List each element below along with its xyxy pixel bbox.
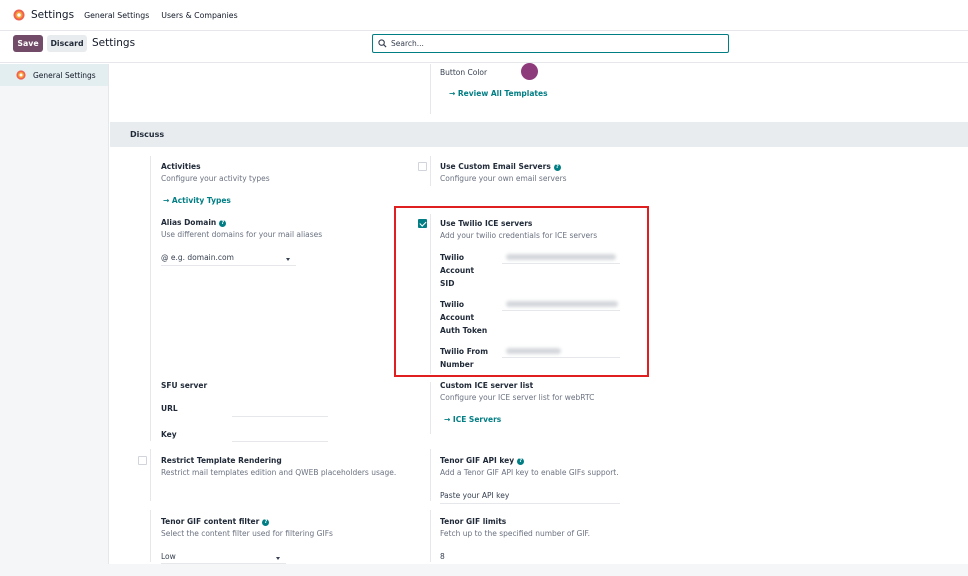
tenor-key-description: Add a Tenor GIF API key to enable GIFs s… bbox=[440, 468, 619, 477]
divider bbox=[430, 64, 431, 114]
divider bbox=[430, 214, 431, 374]
section-title: Discuss bbox=[130, 130, 165, 139]
twilio-from-input[interactable] bbox=[506, 348, 561, 354]
chevron-down-icon[interactable] bbox=[276, 557, 280, 560]
divider bbox=[430, 510, 431, 562]
twilio-token-label-line1: Twilio bbox=[440, 300, 465, 309]
button-color-swatch[interactable] bbox=[521, 63, 538, 80]
discard-button[interactable]: Discard bbox=[47, 35, 87, 52]
sfu-url-input[interactable] bbox=[232, 416, 328, 417]
settings-app-icon[interactable] bbox=[13, 9, 25, 21]
field-underline bbox=[502, 357, 620, 358]
help-icon[interactable]: ? bbox=[553, 163, 561, 171]
restrict-template-description: Restrict mail templates edition and QWEB… bbox=[161, 468, 397, 477]
top-navbar: Settings General Settings Users & Compan… bbox=[0, 0, 968, 31]
search-input[interactable] bbox=[391, 39, 711, 48]
menu-users-companies[interactable]: Users & Companies bbox=[161, 11, 237, 20]
twilio-sid-label-line3: SID bbox=[440, 279, 455, 288]
twilio-token-input[interactable] bbox=[506, 301, 618, 307]
alias-domain-label: Alias Domain bbox=[161, 218, 217, 227]
sfu-url-label: URL bbox=[161, 404, 178, 413]
restrict-template-title: Restrict Template Rendering bbox=[161, 456, 282, 465]
activities-description: Configure your activity types bbox=[161, 174, 270, 183]
field-underline bbox=[502, 263, 620, 264]
twilio-token-label-line2: Account bbox=[440, 313, 475, 322]
settings-app-icon bbox=[16, 70, 26, 80]
tenor-key-title: Tenor GIF API key? bbox=[440, 456, 525, 465]
twilio-title: Use Twilio ICE servers bbox=[440, 219, 533, 228]
review-templates-link[interactable]: → Review All Templates bbox=[449, 89, 548, 98]
field-underline bbox=[502, 310, 620, 311]
twilio-checkbox[interactable] bbox=[418, 219, 427, 228]
section-discuss-header: Discuss bbox=[110, 122, 968, 147]
tenor-filter-label: Tenor GIF content filter bbox=[161, 517, 260, 526]
help-icon[interactable]: ? bbox=[219, 219, 227, 227]
tenor-limits-title: Tenor GIF limits bbox=[440, 517, 507, 526]
divider bbox=[150, 449, 151, 501]
tenor-key-input[interactable]: Paste your API key bbox=[440, 491, 509, 500]
twilio-sid-label-line2: Account bbox=[440, 266, 475, 275]
control-panel: Save Discard Settings bbox=[0, 31, 968, 63]
field-underline bbox=[440, 503, 620, 504]
help-icon[interactable]: ? bbox=[262, 518, 270, 526]
divider bbox=[430, 449, 431, 501]
twilio-token-label-line3: Auth Token bbox=[440, 326, 488, 335]
settings-sidebar: General Settings bbox=[0, 64, 109, 576]
sfu-key-input[interactable] bbox=[232, 441, 328, 442]
alias-domain-description: Use different domains for your mail alia… bbox=[161, 230, 323, 239]
ice-list-title: Custom ICE server list bbox=[440, 381, 534, 390]
divider bbox=[150, 510, 151, 562]
alias-domain-select[interactable]: @ e.g. domain.com bbox=[161, 253, 234, 262]
search-bar[interactable] bbox=[372, 34, 729, 53]
search-icon bbox=[378, 39, 387, 48]
sfu-key-label: Key bbox=[161, 430, 177, 439]
settings-content: Button Color → Review All Templates Disc… bbox=[110, 63, 968, 576]
activities-title: Activities bbox=[161, 162, 201, 171]
tenor-limits-description: Fetch up to the specified number of GIF. bbox=[440, 529, 590, 538]
field-underline bbox=[161, 265, 296, 266]
chevron-down-icon[interactable] bbox=[286, 258, 290, 261]
bottom-strip bbox=[0, 564, 968, 576]
menu-general-settings[interactable]: General Settings bbox=[84, 11, 149, 20]
twilio-sid-input[interactable] bbox=[506, 254, 616, 260]
alias-domain-title: Alias Domain? bbox=[161, 218, 227, 227]
tenor-filter-title: Tenor GIF content filter? bbox=[161, 517, 270, 526]
divider bbox=[430, 156, 431, 186]
review-templates-label: Review All Templates bbox=[457, 89, 548, 98]
button-color-label: Button Color bbox=[440, 68, 488, 77]
tenor-filter-select[interactable]: Low bbox=[161, 552, 176, 561]
app-title[interactable]: Settings bbox=[31, 9, 74, 21]
divider bbox=[150, 156, 151, 441]
twilio-sid-label-line1: Twilio bbox=[440, 253, 465, 262]
custom-email-title: Use Custom Email Servers? bbox=[440, 162, 561, 171]
twilio-description: Add your twilio credentials for ICE serv… bbox=[440, 231, 598, 240]
ice-list-description: Configure your ICE server list for webRT… bbox=[440, 393, 595, 402]
breadcrumb: Settings bbox=[92, 37, 136, 49]
custom-email-label: Use Custom Email Servers bbox=[440, 162, 551, 171]
tenor-key-label: Tenor GIF API key bbox=[440, 456, 515, 465]
divider bbox=[430, 382, 431, 434]
activity-types-label: Activity Types bbox=[171, 196, 231, 205]
sfu-title: SFU server bbox=[161, 381, 208, 390]
activity-types-link[interactable]: → Activity Types bbox=[163, 196, 231, 205]
ice-servers-label: ICE Servers bbox=[452, 415, 502, 424]
twilio-from-label-line2: Number bbox=[440, 360, 474, 369]
restrict-template-checkbox[interactable] bbox=[138, 456, 147, 465]
twilio-from-label-line1: Twilio From bbox=[440, 347, 489, 356]
ice-servers-link[interactable]: → ICE Servers bbox=[444, 415, 501, 424]
help-icon[interactable]: ? bbox=[517, 457, 525, 465]
custom-email-checkbox[interactable] bbox=[418, 162, 427, 171]
save-button[interactable]: Save bbox=[13, 35, 43, 52]
tenor-limits-input[interactable]: 8 bbox=[440, 552, 445, 561]
custom-email-description: Configure your own email servers bbox=[440, 174, 567, 183]
tenor-filter-description: Select the content filter used for filte… bbox=[161, 529, 333, 538]
sidebar-item-label: General Settings bbox=[33, 70, 96, 80]
sidebar-item-general-settings[interactable]: General Settings bbox=[0, 64, 108, 86]
